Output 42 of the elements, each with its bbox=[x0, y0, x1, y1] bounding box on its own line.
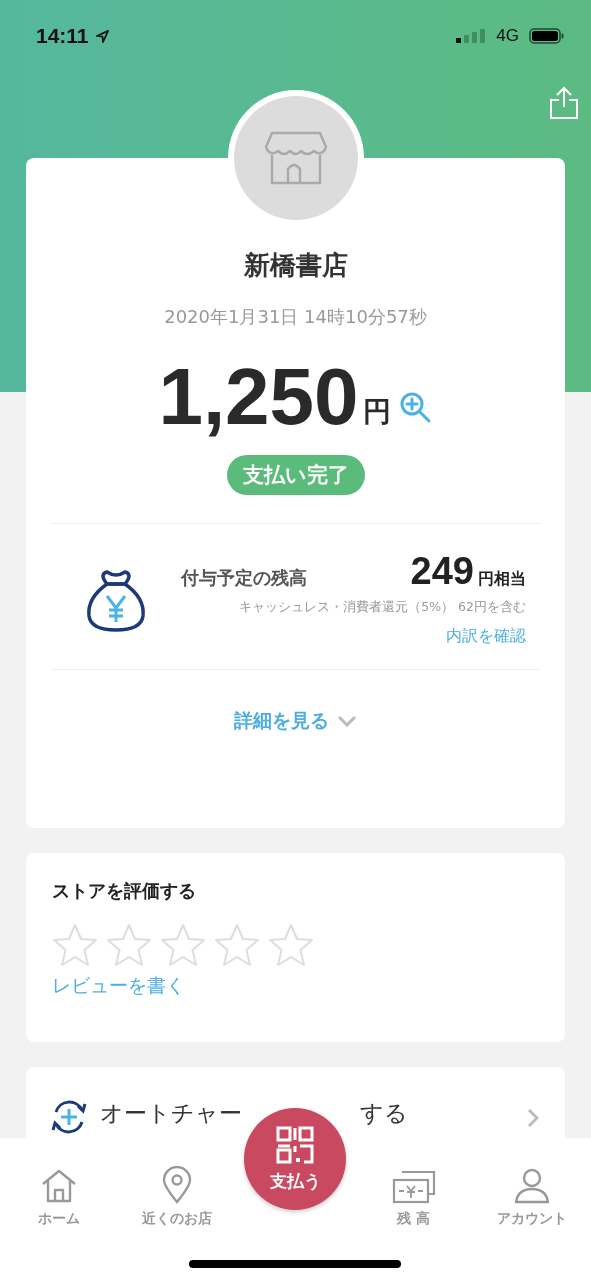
network-label: 4G bbox=[496, 26, 519, 46]
star-icon[interactable] bbox=[52, 923, 98, 967]
details-link[interactable]: 詳細を見る bbox=[234, 708, 329, 734]
payment-status-badge: 支払い完了 bbox=[226, 455, 365, 495]
home-indicator[interactable] bbox=[189, 1260, 401, 1268]
banknote-icon bbox=[391, 1170, 436, 1204]
auto-charge-label[interactable]: オートチャー bbox=[100, 1098, 242, 1129]
write-review-link[interactable]: レビューを書く bbox=[52, 973, 185, 999]
star-rating[interactable] bbox=[52, 923, 314, 967]
tab-button[interactable]: ホーム bbox=[0, 1154, 119, 1228]
chevron-down-icon bbox=[337, 715, 357, 727]
battery-icon bbox=[529, 28, 565, 44]
reward-amount: 249 bbox=[410, 550, 474, 593]
star-icon[interactable] bbox=[106, 923, 152, 967]
star-icon[interactable] bbox=[160, 923, 206, 967]
store-icon bbox=[263, 129, 328, 187]
payment-amount: 1,250 bbox=[158, 357, 359, 437]
status-time: 14:11 bbox=[36, 24, 89, 48]
pay-button[interactable]: 支払う bbox=[244, 1108, 346, 1210]
chevron-right-icon[interactable] bbox=[527, 1108, 539, 1128]
share-icon[interactable] bbox=[549, 86, 579, 120]
location-pin-icon bbox=[162, 1166, 193, 1204]
tab-button[interactable]: 残 高 bbox=[354, 1154, 473, 1228]
zoom-in-icon[interactable] bbox=[398, 391, 433, 425]
star-icon[interactable] bbox=[268, 923, 314, 967]
tab-button[interactable]: アカウント bbox=[472, 1154, 591, 1228]
person-icon bbox=[513, 1168, 550, 1204]
reward-title: 付与予定の残高 bbox=[181, 566, 307, 590]
tab-button[interactable]: 近くのお店 bbox=[118, 1154, 237, 1228]
currency-unit: 円 bbox=[362, 394, 391, 430]
auto-charge-label-end[interactable]: する bbox=[360, 1098, 408, 1129]
location-arrow-icon bbox=[94, 28, 110, 44]
qr-code-icon bbox=[276, 1125, 314, 1164]
breakdown-link[interactable]: 内訳を確認 bbox=[446, 626, 526, 645]
reward-unit: 円相当 bbox=[478, 569, 526, 590]
star-icon[interactable] bbox=[214, 923, 260, 967]
reward-note: キャッシュレス・消費者還元（5%） 62円を含む bbox=[238, 599, 526, 616]
payment-datetime: 2020年1月31日 14時10分57秒 bbox=[163, 305, 428, 329]
rating-title: ストアを評価する bbox=[52, 879, 197, 903]
store-name: 新橋書店 bbox=[242, 249, 349, 282]
auto-charge-icon bbox=[50, 1098, 88, 1136]
signal-icon bbox=[456, 29, 487, 43]
